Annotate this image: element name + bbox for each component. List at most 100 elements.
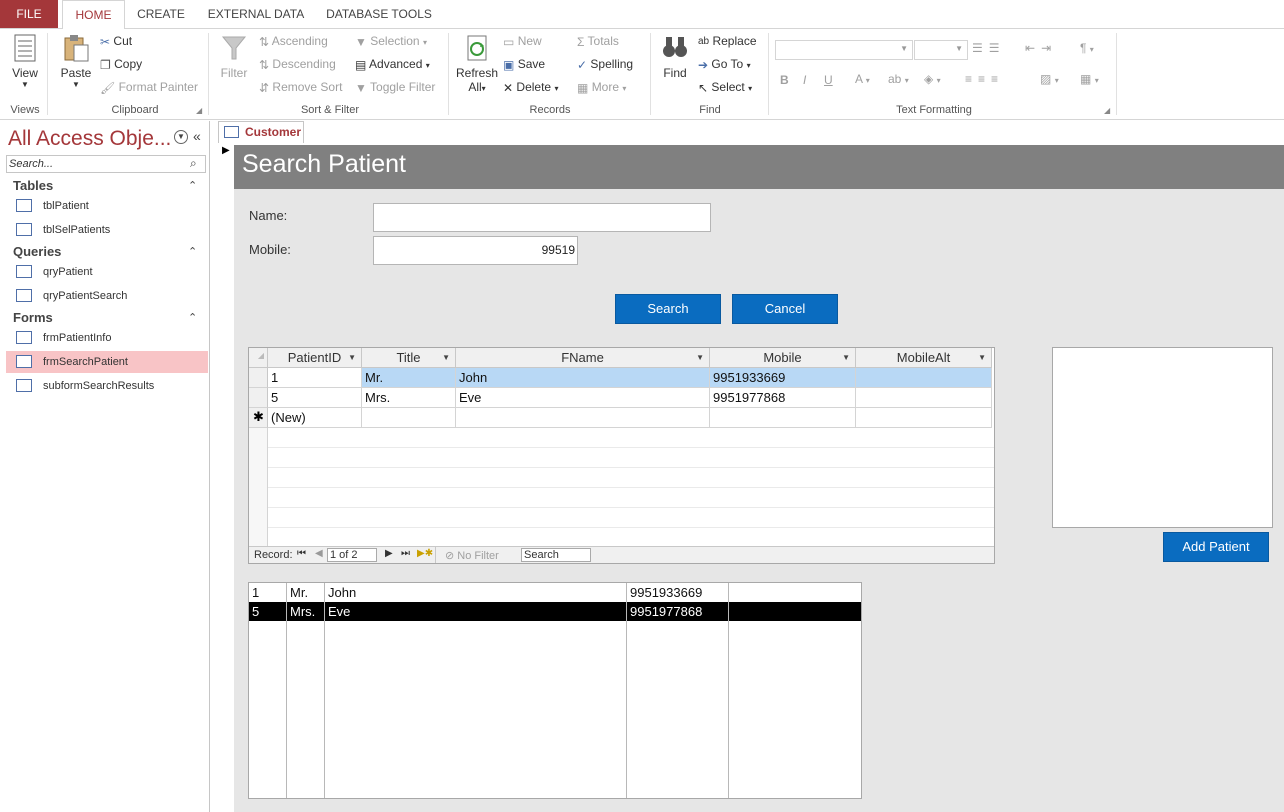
advanced-button[interactable]: ▤ Advanced ▾ [355,57,430,72]
copy-button[interactable]: ❐ Copy [100,57,142,72]
search-results-listbox[interactable]: 1 Mr. John 9951933669 5 Mrs. Eve 9951977… [248,582,862,799]
row-selector[interactable] [249,388,268,408]
table-row[interactable]: 5 Mrs. Eve 9951977868 [249,388,994,408]
nav-pane-title[interactable]: All Access Obje... [8,127,171,151]
italic-button[interactable]: I [803,73,806,87]
new-record-button[interactable]: ▭ New [503,34,542,49]
cell-mobilealt[interactable] [856,368,992,388]
chevron-down-icon[interactable]: ▼ [442,348,450,367]
cell-fname[interactable]: Eve [456,388,710,408]
cell-title[interactable]: Mr. [362,368,456,388]
new-record-row[interactable]: ✱ (New) [249,408,994,428]
cell-empty[interactable] [456,408,710,428]
mobile-input[interactable]: 99519 [373,236,578,265]
replace-button[interactable]: ab Replace [698,34,757,48]
cell-mobilealt[interactable] [856,388,992,408]
totals-button[interactable]: Σ Totals [577,34,619,49]
nav-item-subformsearchresults[interactable]: subformSearchResults [6,375,208,397]
dialog-launcher-icon[interactable]: ◢ [1104,106,1110,115]
highlight-button[interactable]: ab ▾ [888,72,909,86]
list-item[interactable]: 1 Mr. John 9951933669 [249,583,861,602]
table-row[interactable]: 1 Mr. John 9951933669 [249,368,994,388]
cancel-button[interactable]: Cancel [732,294,838,324]
cut-button[interactable]: ✂ Cut [100,34,132,49]
bold-button[interactable]: B [780,73,789,87]
search-icon[interactable]: ⌕ [190,156,197,171]
name-input[interactable] [373,203,711,232]
select-button[interactable]: ↖ Select ▾ [698,80,752,95]
column-header-title[interactable]: Title ▼ [362,348,456,368]
chevron-down-icon[interactable]: ▼ [696,348,704,367]
save-button[interactable]: ▣ Save [503,57,545,72]
nav-section-queries[interactable]: Queries [13,244,61,259]
paste-button[interactable]: Paste ▼ [56,33,96,89]
row-selector[interactable] [249,368,268,388]
tab-external-data[interactable]: EXTERNAL DATA [200,0,312,28]
record-position-input[interactable]: 1 of 2 [327,548,377,562]
previous-record-icon[interactable]: ◀ [315,548,323,559]
selection-button[interactable]: ▼ Selection ▾ [355,34,427,49]
document-tab-customer[interactable]: Customer [218,121,304,143]
collapse-section-icon[interactable]: ⌃ [188,179,197,192]
nav-section-forms[interactable]: Forms [13,310,53,325]
nav-item-tblpatient[interactable]: tblPatient [6,195,208,217]
chevron-down-icon[interactable]: ▼ [842,348,850,367]
font-name-select[interactable]: ▼ [775,40,913,60]
goto-button[interactable]: ➔ Go To ▾ [698,57,751,72]
indent-buttons[interactable]: ⇤⇥ [1025,41,1057,55]
nav-item-qrypatientsearch[interactable]: qryPatientSearch [6,285,208,307]
toggle-filter-button[interactable]: ▼ Toggle Filter [355,80,435,95]
refresh-all-button[interactable]: Refresh All▾ [455,33,499,94]
last-record-icon[interactable]: ⏭ [401,548,410,559]
column-header-mobile[interactable]: Mobile ▼ [710,348,856,368]
new-record-selector[interactable]: ✱ [249,408,268,428]
tab-file[interactable]: FILE [0,0,58,28]
ascending-button[interactable]: ⇅ Ascending [259,34,328,49]
chevron-down-icon[interactable]: ▼ [348,348,356,367]
collapse-section-icon[interactable]: ⌃ [188,245,197,258]
alternate-row-color-button[interactable]: ▨ ▾ [1040,72,1059,86]
dialog-launcher-icon[interactable]: ◢ [196,106,202,115]
chevron-down-icon[interactable]: ▼ [174,130,188,144]
column-header-fname[interactable]: FName ▼ [456,348,710,368]
tab-create[interactable]: CREATE [130,0,192,28]
first-record-icon[interactable]: ⏮ [297,548,306,559]
collapse-section-icon[interactable]: ⌃ [188,311,197,324]
spelling-button[interactable]: ✓ Spelling [577,57,633,72]
tab-home[interactable]: HOME [62,0,125,29]
remove-sort-button[interactable]: ⇵ Remove Sort [259,80,342,95]
search-button[interactable]: Search [615,294,721,324]
select-all-corner[interactable]: ◢ [249,348,268,368]
chevron-down-icon[interactable]: ▼ [978,348,986,367]
record-selector-icon[interactable]: ▶ [222,145,230,156]
format-painter-button[interactable]: 🖌 Format Painter [100,80,198,95]
cell-fname[interactable]: John [456,368,710,388]
add-patient-button[interactable]: Add Patient [1163,532,1269,562]
cell-mobile[interactable]: 9951933669 [710,368,856,388]
view-button[interactable]: View ▼ [6,33,44,89]
cell-title[interactable]: Mrs. [362,388,456,408]
nav-item-qrypatient[interactable]: qryPatient [6,261,208,283]
list-item-selected[interactable]: 5 Mrs. Eve 9951977868 [249,602,861,621]
font-color-button[interactable]: A ▾ [855,72,870,86]
no-filter-button[interactable]: ⊘ No Filter [445,549,499,562]
font-size-select[interactable]: ▼ [914,40,968,60]
fill-color-button[interactable]: ◈ ▾ [924,72,941,86]
filter-button[interactable]: Filter [216,33,252,80]
delete-button[interactable]: ✕ Delete ▾ [503,80,558,95]
list-buttons[interactable]: ☰☰ [972,41,1006,55]
cell-empty[interactable] [856,408,992,428]
cell-patientid[interactable]: 1 [268,368,362,388]
underline-button[interactable]: U [824,73,833,87]
paragraph-direction-button[interactable]: ¶ ▾ [1080,41,1094,55]
cell-empty[interactable] [362,408,456,428]
cell-patientid[interactable]: 5 [268,388,362,408]
column-header-mobilealt[interactable]: MobileAlt ▼ [856,348,992,368]
next-record-icon[interactable]: ▶ [385,548,393,559]
cell-new[interactable]: (New) [268,408,362,428]
gridlines-button[interactable]: ▦ ▾ [1080,72,1099,86]
nav-item-frmsearchpatient[interactable]: frmSearchPatient [6,351,208,373]
new-record-nav-icon[interactable]: ▶✱ [417,548,433,559]
nav-search-input[interactable]: Search... [6,155,206,173]
descending-button[interactable]: ⇅ Descending [259,57,336,72]
